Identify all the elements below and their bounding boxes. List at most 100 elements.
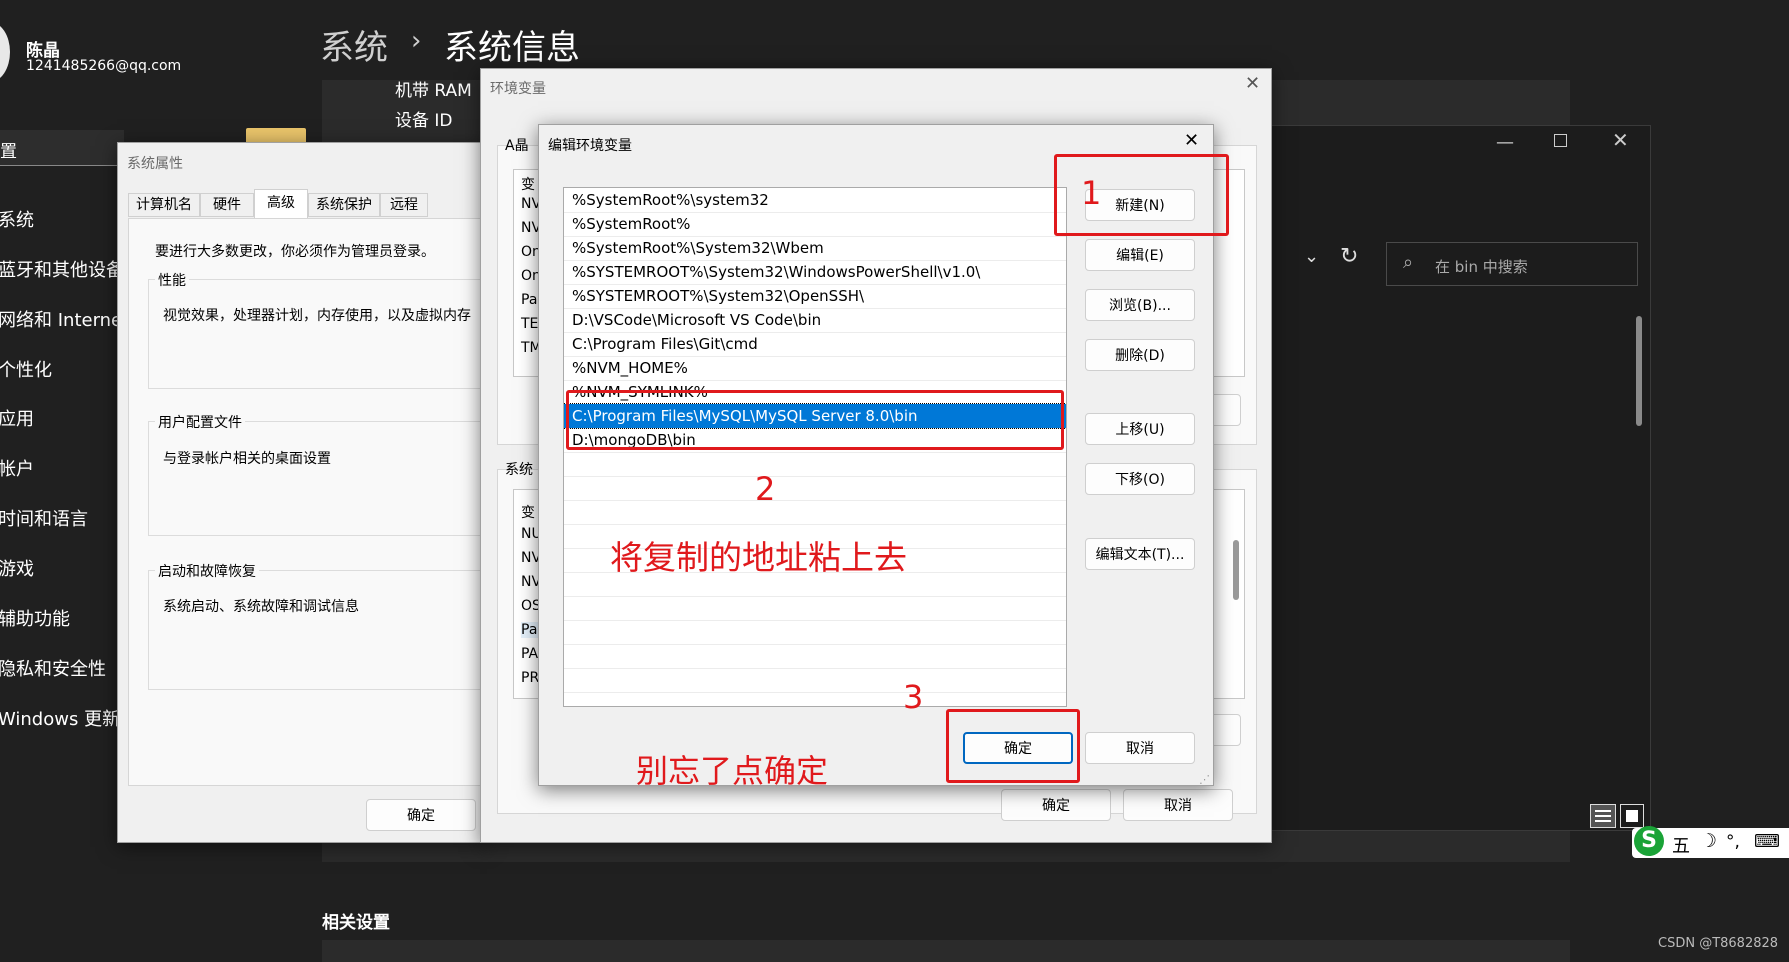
- details-view-icon[interactable]: [1590, 804, 1616, 828]
- tiles-view-icon[interactable]: [1620, 804, 1644, 828]
- envvars-close-icon[interactable]: ✕: [1245, 73, 1260, 94]
- related-settings-panel: [322, 940, 1570, 962]
- user-vars-column-header: 变: [521, 177, 535, 193]
- nav-item[interactable]: 帐户: [0, 455, 34, 481]
- nav-item[interactable]: 应用: [0, 405, 34, 431]
- edit-env-cancel-button[interactable]: 取消: [1085, 732, 1195, 764]
- ime-logo-icon[interactable]: S: [1634, 826, 1664, 856]
- sysprops-tabs: 计算机名 硬件 高级 系统保护 远程: [128, 189, 488, 219]
- startup-recovery-desc: 系统启动、系统故障和调试信息: [163, 599, 359, 615]
- annotation-paste-note: 将复制的地址粘上去: [610, 538, 907, 577]
- moon-icon[interactable]: ☽: [1700, 830, 1717, 852]
- performance-label: 性能: [155, 270, 189, 290]
- tab-remote[interactable]: 远程: [380, 193, 428, 217]
- refresh-icon[interactable]: ↻: [1340, 244, 1358, 269]
- path-row-divider: [564, 668, 1066, 669]
- nav-item[interactable]: 辅助功能: [0, 605, 70, 631]
- nav-item[interactable]: 系统: [0, 206, 34, 232]
- admin-note: 要进行大多数更改，你必须作为管理员登录。: [155, 244, 435, 260]
- punctuation-icon[interactable]: °,: [1726, 832, 1740, 852]
- advanced-tab-panel: 要进行大多数更改，你必须作为管理员登录。 性能 视觉效果，处理器计划，内存使用，…: [128, 218, 508, 786]
- system-properties-title: 系统属性: [127, 156, 183, 172]
- path-row-divider: [564, 596, 1066, 597]
- breadcrumb-root[interactable]: 系统: [320, 20, 388, 69]
- system-vars-column-header: 变: [521, 505, 535, 521]
- avatar: [0, 22, 10, 82]
- search-icon: ⌕: [1403, 252, 1414, 273]
- user-profiles-desc: 与登录帐户相关的桌面设置: [163, 451, 331, 467]
- edit-button[interactable]: 编辑(E): [1085, 239, 1195, 271]
- browse-button[interactable]: 浏览(B)...: [1085, 289, 1195, 321]
- performance-desc: 视觉效果，处理器计划，内存使用，以及虚拟内存: [163, 308, 471, 324]
- path-row[interactable]: %SystemRoot%\system32: [572, 188, 769, 212]
- chevron-down-icon[interactable]: ⌄: [1304, 246, 1319, 267]
- annotation-box-ok: [946, 709, 1080, 783]
- move-down-button[interactable]: 下移(O): [1085, 463, 1195, 495]
- settings-search-text: 置: [0, 142, 17, 162]
- breadcrumb-separator: ›: [411, 26, 422, 56]
- environment-variables-title: 环境变量: [490, 81, 546, 97]
- nav-item[interactable]: 游戏: [0, 555, 34, 581]
- tab-system-protection[interactable]: 系统保护: [308, 193, 380, 217]
- ime-mode[interactable]: 五: [1672, 832, 1690, 858]
- system-properties-dialog: 系统属性 计算机名 硬件 高级 系统保护 远程 要进行大多数更改，你必须作为管理…: [117, 142, 508, 843]
- path-row-divider: [564, 524, 1066, 525]
- sysprops-ok-button[interactable]: 确定: [366, 799, 476, 831]
- tab-computer-name[interactable]: 计算机名: [128, 193, 200, 217]
- path-row[interactable]: %SYSTEMROOT%\System32\WindowsPowerShell\…: [572, 260, 980, 284]
- system-var-row[interactable]: PA: [521, 646, 538, 662]
- path-row-divider: [564, 476, 1066, 477]
- page-title: 系统信息: [444, 28, 580, 68]
- explorer-scrollbar[interactable]: [1636, 316, 1642, 426]
- path-row[interactable]: %NVM_HOME%: [572, 356, 688, 380]
- path-row[interactable]: C:\Program Files\Git\cmd: [572, 332, 758, 356]
- settings-search-box[interactable]: 置: [0, 130, 124, 166]
- path-row[interactable]: %SystemRoot%\System32\Wbem: [572, 236, 824, 260]
- path-row[interactable]: %SYSTEMROOT%\System32\OpenSSH\: [572, 284, 864, 308]
- startup-recovery-label: 启动和故障恢复: [155, 561, 259, 581]
- nav-item[interactable]: 个性化: [0, 356, 52, 382]
- path-row[interactable]: D:\VSCode\Microsoft VS Code\bin: [572, 308, 821, 332]
- edit-text-button[interactable]: 编辑文本(T)...: [1085, 538, 1195, 570]
- close-icon[interactable]: ✕: [1612, 128, 1629, 152]
- keyboard-icon[interactable]: ⌨: [1754, 831, 1780, 852]
- ime-toolbar[interactable]: S 五 ☽ °, ⌨: [1632, 826, 1789, 858]
- watermark: CSDN @T8682828: [1658, 936, 1779, 951]
- maximize-icon[interactable]: [1554, 134, 1567, 147]
- minimize-icon[interactable]: —: [1496, 132, 1514, 153]
- nav-item[interactable]: 网络和 Internet: [0, 306, 129, 332]
- annotation-step-2: 2: [755, 470, 776, 508]
- nav-item[interactable]: Windows 更新: [0, 705, 120, 731]
- annotation-box-path: [566, 390, 1064, 450]
- system-vars-label: 系统: [505, 462, 533, 478]
- user-email: 1241485266@qq.com: [26, 58, 182, 74]
- user-profiles-label: 用户配置文件: [155, 412, 245, 432]
- path-row[interactable]: %SystemRoot%: [572, 212, 690, 236]
- device-id-label: 设备 ID: [395, 111, 453, 131]
- nav-item[interactable]: 蓝牙和其他设备: [0, 256, 124, 282]
- edit-env-close-icon[interactable]: ✕: [1184, 130, 1199, 151]
- user-var-row[interactable]: TE: [521, 316, 538, 332]
- explorer-search-input[interactable]: ⌕ 在 bin 中搜索: [1386, 242, 1638, 286]
- edit-env-var-title: 编辑环境变量: [548, 138, 632, 154]
- user-var-row[interactable]: Pa: [521, 292, 537, 308]
- move-up-button[interactable]: 上移(U): [1085, 413, 1195, 445]
- path-row-divider: [564, 644, 1066, 645]
- path-row-divider: [564, 692, 1066, 693]
- envvars-cancel-button[interactable]: 取消: [1123, 789, 1233, 821]
- resize-grip-icon[interactable]: ⋰: [1199, 773, 1210, 786]
- path-row-divider: [564, 452, 1066, 453]
- user-vars-label: A晶: [505, 138, 529, 154]
- delete-button[interactable]: 删除(D): [1085, 339, 1195, 371]
- annotation-confirm-note: 别忘了点确定: [636, 752, 829, 790]
- annotation-step-1: 1: [1081, 174, 1102, 212]
- nav-item[interactable]: 时间和语言: [0, 505, 88, 531]
- system-var-row[interactable]: PR: [521, 670, 539, 686]
- envvars-ok-button[interactable]: 确定: [1001, 789, 1111, 821]
- nav-item[interactable]: 隐私和安全性: [0, 655, 106, 681]
- tab-advanced[interactable]: 高级: [254, 189, 308, 219]
- system-vars-scrollbar[interactable]: [1233, 540, 1239, 600]
- annotation-step-3: 3: [903, 678, 924, 716]
- tab-hardware[interactable]: 硬件: [200, 193, 254, 217]
- path-row-divider: [564, 500, 1066, 501]
